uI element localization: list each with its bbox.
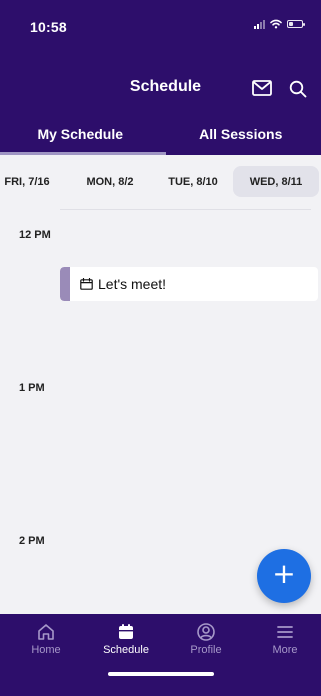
tab-label: My Schedule bbox=[37, 126, 124, 142]
hour-label: 1 PM bbox=[19, 382, 45, 394]
day-label: WED, 8/11 bbox=[249, 175, 303, 188]
tab-all-sessions[interactable]: All Sessions bbox=[161, 118, 321, 155]
schedule-tabs: My Schedule All Sessions bbox=[0, 118, 321, 155]
event-accent-bar bbox=[60, 267, 70, 301]
hour-label: 2 PM bbox=[19, 535, 45, 547]
nav-label: Profile bbox=[190, 644, 222, 656]
tab-my-schedule[interactable]: My Schedule bbox=[0, 118, 161, 155]
nav-schedule[interactable]: Schedule bbox=[96, 622, 156, 656]
hour-label: 12 PM bbox=[19, 229, 51, 241]
nav-profile[interactable]: Profile bbox=[176, 622, 236, 656]
day-label: FRI, 7/16 bbox=[4, 175, 50, 188]
wifi-icon bbox=[270, 19, 282, 29]
nav-home[interactable]: Home bbox=[16, 622, 76, 656]
day-selector: FRI, 7/16 MON, 8/2 TUE, 8/10 WED, 8/11 bbox=[0, 155, 321, 209]
signal-icon bbox=[254, 19, 265, 29]
mail-icon[interactable] bbox=[252, 80, 272, 96]
day-label: TUE, 8/10 bbox=[168, 175, 218, 188]
day-fri-7-16[interactable]: FRI, 7/16 bbox=[0, 166, 56, 197]
bottom-nav: Home Schedule Profile More bbox=[0, 614, 321, 696]
event-title: Let's meet! bbox=[98, 276, 167, 292]
profile-icon bbox=[197, 623, 215, 641]
nav-more[interactable]: More bbox=[255, 622, 315, 656]
plus-icon: + bbox=[272, 557, 296, 590]
add-button[interactable]: + bbox=[257, 549, 311, 603]
home-indicator bbox=[108, 672, 214, 676]
menu-icon bbox=[277, 626, 293, 638]
day-tue-8-10[interactable]: TUE, 8/10 bbox=[159, 166, 227, 197]
search-icon[interactable] bbox=[289, 80, 307, 98]
event-card[interactable]: Let's meet! bbox=[60, 267, 318, 301]
day-mon-8-2[interactable]: MON, 8/2 bbox=[77, 166, 143, 197]
schedule-screen: 10:58 Schedule My Schedule All Sessions bbox=[0, 0, 321, 696]
page-title: Schedule bbox=[0, 78, 321, 96]
status-time: 10:58 bbox=[30, 19, 67, 35]
day-label: MON, 8/2 bbox=[86, 175, 134, 188]
page-title-text: Schedule bbox=[129, 78, 202, 95]
nav-label: Home bbox=[31, 644, 61, 656]
status-icons bbox=[254, 19, 305, 29]
battery-icon bbox=[287, 20, 305, 28]
calendar-icon bbox=[80, 278, 93, 290]
app-header: 10:58 Schedule My Schedule All Sessions bbox=[0, 0, 321, 155]
timeline-divider bbox=[60, 209, 311, 210]
calendar-icon bbox=[119, 624, 133, 639]
home-icon bbox=[38, 624, 54, 640]
nav-label: More bbox=[272, 644, 298, 656]
day-wed-8-11[interactable]: WED, 8/11 bbox=[233, 166, 319, 197]
tab-label: All Sessions bbox=[199, 126, 283, 142]
nav-label: Schedule bbox=[103, 644, 149, 656]
